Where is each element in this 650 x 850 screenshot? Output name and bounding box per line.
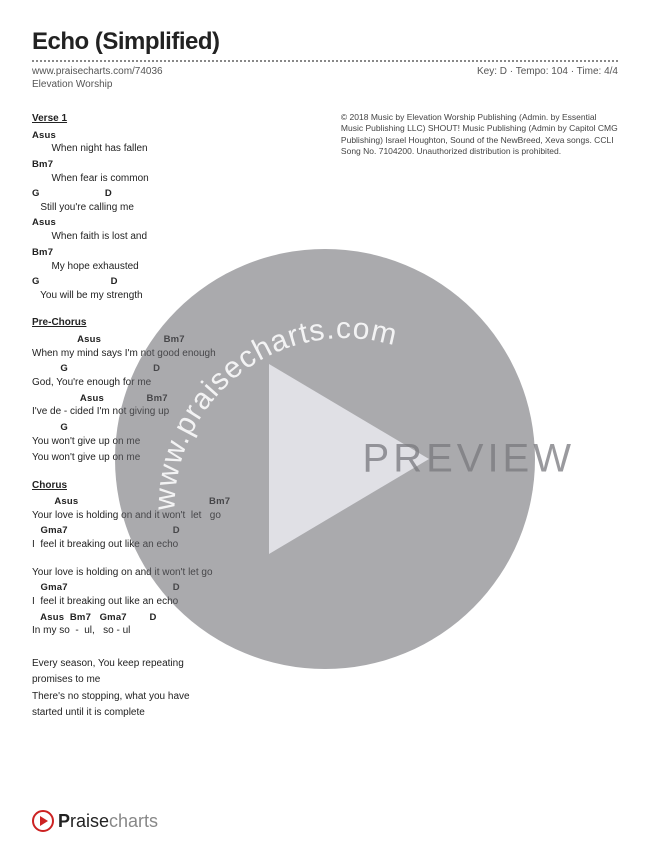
lyric-line: I feel it breaking out like an echo	[32, 595, 323, 609]
lyric-line: Every season, You keep repeating	[32, 657, 323, 671]
copyright-text: © 2018 Music by Elevation Worship Publis…	[341, 112, 618, 158]
divider	[32, 60, 618, 62]
brand-light: charts	[109, 811, 158, 831]
chord-line: Asus Bm7	[32, 334, 323, 347]
section-chorus-label: Chorus	[32, 479, 323, 493]
lyrics-column: Verse 1 Asus When night has fallen Bm7 W…	[32, 112, 323, 723]
lyric-line: When fear is common	[32, 172, 323, 186]
chord-line: Bm7	[32, 159, 323, 172]
lyric-line: started until it is complete	[32, 706, 323, 720]
lyric-line: You won't give up on me	[32, 451, 323, 465]
lyric-line: My hope exhausted	[32, 260, 323, 274]
lyric-line: You will be my strength	[32, 289, 323, 303]
lyric-line: Still you're calling me	[32, 201, 323, 215]
artist-name: Elevation Worship	[32, 79, 618, 90]
meta-row: www.praisecharts.com/74036 Key: D · Temp…	[32, 66, 618, 77]
chord-line: Gma7 D	[32, 582, 323, 595]
lyric-line: Your love is holding on and it won't let…	[32, 509, 323, 523]
chord-line: G D	[32, 276, 323, 289]
footer-logo: Praisecharts	[32, 810, 158, 832]
brand-text: Praisecharts	[58, 811, 158, 832]
chord-line: Asus Bm7	[32, 393, 323, 406]
chord-line: G D	[32, 363, 323, 376]
lyric-line: promises to me	[32, 673, 323, 687]
chord-line: Gma7 D	[32, 525, 323, 538]
source-url: www.praisecharts.com/74036	[32, 66, 163, 77]
chord-line: Asus	[32, 217, 323, 230]
play-circle-icon	[32, 810, 54, 832]
chord-line: Asus Bm7 Gma7 D	[32, 612, 323, 625]
brand-dark: raise	[70, 811, 109, 831]
lyric-line: There's no stopping, what you have	[32, 690, 323, 704]
key-tempo-time: Key: D · Tempo: 104 · Time: 4/4	[477, 66, 618, 77]
lyric-line: God, You're enough for me	[32, 376, 323, 390]
lyric-line: Your love is holding on and it won't let…	[32, 566, 323, 580]
lyric-line: When my mind says I'm not good enough	[32, 347, 323, 361]
chord-line: G D	[32, 188, 323, 201]
lyric-line: I've de - cided I'm not giving up	[32, 405, 323, 419]
lyric-line: When faith is lost and	[32, 230, 323, 244]
chord-line: Bm7	[32, 247, 323, 260]
song-title: Echo (Simplified)	[32, 28, 618, 56]
content-columns: Verse 1 Asus When night has fallen Bm7 W…	[32, 112, 618, 723]
chord-line: G	[32, 422, 323, 435]
chord-line: Asus Bm7	[32, 496, 323, 509]
brand-p: P	[58, 811, 70, 831]
lyric-line: In my so - ul, so - ul	[32, 624, 323, 638]
section-prechorus-label: Pre-Chorus	[32, 316, 323, 330]
lyric-line: I feel it breaking out like an echo	[32, 538, 323, 552]
play-triangle-icon	[40, 816, 48, 826]
lyric-line: You won't give up on me	[32, 435, 323, 449]
copyright-column: © 2018 Music by Elevation Worship Publis…	[341, 112, 618, 723]
lyric-line: When night has fallen	[32, 142, 323, 156]
section-verse1-label: Verse 1	[32, 112, 323, 126]
chord-line: Asus	[32, 130, 323, 143]
